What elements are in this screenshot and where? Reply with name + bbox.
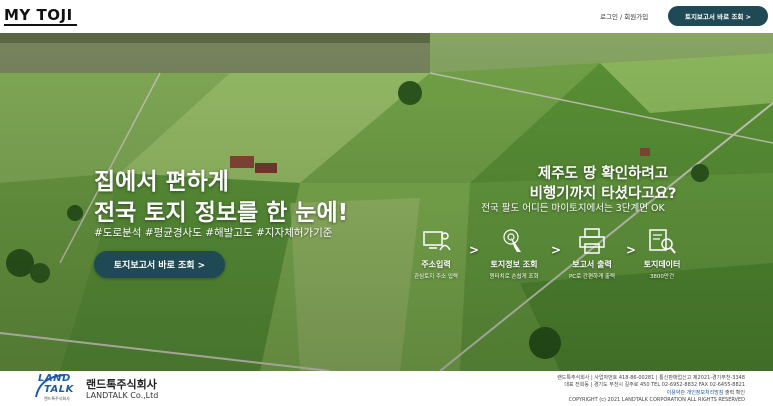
footer-company-name-kr: 랜드톡주식회사 xyxy=(86,378,157,391)
step-subtitle: 관심토지 주소 입력 xyxy=(414,274,458,280)
step-subtitle: 3800만건 xyxy=(649,274,675,280)
step-subtitle: 원터치로 손쉽게 조회 xyxy=(489,274,539,280)
landtalk-logo-land: LAND xyxy=(38,373,71,384)
step-address-input: 주소입력 관심토지 주소 입력 xyxy=(401,226,471,280)
step-arrow-icon: > xyxy=(469,243,480,257)
promo-line1: 제주도 땅 확인하려고 xyxy=(537,166,669,182)
mytoji-logo[interactable]: MY TOJI xyxy=(4,6,73,24)
data-search-icon xyxy=(649,229,676,254)
step-title: 토지데이터 xyxy=(643,260,681,269)
click-pointer-icon xyxy=(503,229,521,252)
footer-company-name-en: LANDTALK Co.,Ltd xyxy=(86,391,159,400)
step-land-data: 토지데이터 3800만건 xyxy=(627,226,697,280)
step-land-info-lookup: 토지정보 조회 원터치로 손쉽게 조회 xyxy=(479,226,549,280)
login-signup-link[interactable]: 로그인 / 회원가입 xyxy=(600,11,648,21)
terms-link[interactable]: 이용약관 xyxy=(667,390,685,396)
step-report-print: 보고서 출력 PC로 간편하게 출력 xyxy=(557,226,627,280)
footer-contact-info: 대표 전희동 | 경기도 부천시 길주로 450 TEL 02-6952-883… xyxy=(564,382,745,388)
print-confirm-label: 출력 확인 xyxy=(725,390,745,396)
logo-underline xyxy=(4,24,77,26)
privacy-policy-link[interactable]: 개인정보처리방침 xyxy=(687,390,724,396)
footer-copyright: COPYRIGHT (c) 2021 LANDTALK CORPORATION … xyxy=(568,397,745,403)
promo-subtitle: 전국 팔도 어디든 마이토지에서는 3단계면 OK xyxy=(481,203,665,214)
footer-links: 이용약관 개인정보처리방침 출력 확인 xyxy=(667,389,745,396)
step-subtitle: PC로 간편하게 출력 xyxy=(568,274,616,280)
header-report-lookup-button[interactable]: 토지보고서 바로 조회 > xyxy=(668,6,768,26)
landtalk-logo-caption: 랜드톡주식회사 xyxy=(44,396,70,401)
computer-user-icon xyxy=(423,231,451,251)
step-title: 주소입력 xyxy=(421,260,451,269)
step-title: 보고서 출력 xyxy=(572,260,612,269)
hero-headline-line1: 집에서 편하게 xyxy=(94,169,229,195)
printer-icon xyxy=(579,228,605,254)
hero-headline-line2: 전국 토지 정보를 한 눈에! xyxy=(94,200,349,226)
hero-keyword-tags: #도로분석 #평균경사도 #해발고도 #지자체허가기준 xyxy=(94,227,333,239)
step-title: 토지정보 조회 xyxy=(490,260,538,269)
site-footer: LAND TALK 랜드톡주식회사 랜드톡주식회사 LANDTALK Co.,L… xyxy=(0,371,773,406)
hero-report-lookup-button[interactable]: 토지보고서 바로 조회 > xyxy=(94,251,225,278)
footer-business-info: 랜드톡주식회사 | 사업자번호 418-86-00281 | 통신판매업신고 제… xyxy=(557,375,745,381)
landtalk-logo-talk: TALK xyxy=(44,384,74,395)
top-navigation-bar: MY TOJI 로그인 / 회원가입 토지보고서 바로 조회 > xyxy=(0,0,773,33)
